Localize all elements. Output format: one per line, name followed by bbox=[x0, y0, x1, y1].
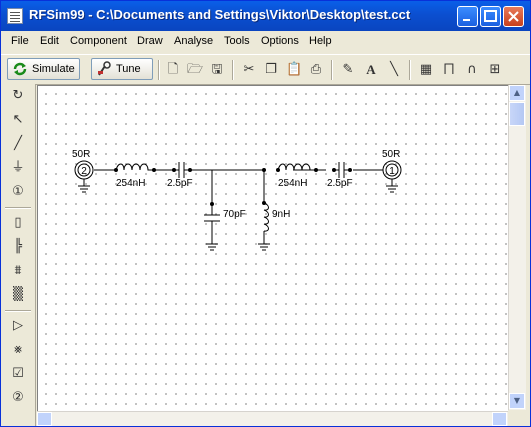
port-left-impedance: 50R bbox=[72, 149, 90, 160]
resistor-icon[interactable]: ▯ bbox=[9, 214, 27, 232]
port-right-impedance: 50R bbox=[382, 149, 400, 160]
port-icon[interactable]: ① bbox=[9, 183, 27, 201]
app-icon[interactable] bbox=[7, 8, 23, 24]
port-1[interactable]: 1 bbox=[382, 160, 402, 193]
ruler-icon[interactable]: ⨅ bbox=[441, 62, 457, 78]
tuning-fork-icon[interactable]: ∩ bbox=[464, 62, 480, 78]
capacitor-left-value: 2.5pF bbox=[167, 178, 193, 189]
tune-label: Tune bbox=[116, 63, 141, 75]
schematic-drawing: 2 50R 254nH 2.5pF 70pF 9nH 254nH 2.5pF 1… bbox=[72, 149, 402, 251]
new-file-icon[interactable]: 🗋 bbox=[165, 62, 181, 78]
port-left-number: 2 bbox=[81, 166, 87, 177]
tune-button[interactable]: Tune bbox=[91, 58, 153, 80]
capacitor-right-value: 2.5pF bbox=[327, 178, 353, 189]
open-folder-icon[interactable]: 🗁 bbox=[187, 62, 203, 78]
port-2[interactable]: 2 bbox=[74, 160, 94, 193]
pointer-icon[interactable]: ↖ bbox=[9, 111, 27, 129]
window-title: RFSim99 - C:\Documents and Settings\Vikt… bbox=[29, 7, 411, 22]
simulate-label: Simulate bbox=[32, 63, 75, 75]
scroll-right-button[interactable] bbox=[492, 412, 507, 426]
shunt-capacitor-value: 70pF bbox=[223, 209, 246, 220]
line-icon[interactable]: ╲ bbox=[386, 62, 402, 78]
main-toolbar: Simulate Tune 🗋 🗁 🖫 ✂ ❐ 📋 ⎙ ✎ A ╲ ▦ ⨅ ∩ … bbox=[1, 54, 530, 85]
menu-analyse[interactable]: Analyse bbox=[174, 35, 213, 47]
close-button[interactable] bbox=[503, 6, 524, 27]
copy-icon[interactable]: ❐ bbox=[263, 62, 279, 78]
minimize-button[interactable] bbox=[457, 6, 478, 27]
capacitor-right[interactable] bbox=[332, 162, 352, 178]
refresh-icon bbox=[13, 62, 27, 76]
inductor-right-value: 254nH bbox=[278, 178, 307, 189]
capacitor-left[interactable] bbox=[172, 162, 192, 178]
inductor-left-value: 254nH bbox=[116, 178, 145, 189]
toolbar-separator bbox=[5, 207, 31, 209]
toolbar-separator bbox=[5, 310, 31, 312]
toolbar-separator bbox=[232, 60, 234, 80]
pencil-icon[interactable]: ✎ bbox=[340, 62, 356, 78]
scroll-up-button[interactable]: ▲ bbox=[509, 85, 525, 101]
print-icon[interactable]: ⎙ bbox=[308, 62, 324, 78]
paste-icon[interactable]: 📋 bbox=[286, 62, 302, 78]
scroll-down-button[interactable]: ▼ bbox=[509, 393, 525, 409]
calculator-icon[interactable]: ▦ bbox=[418, 62, 434, 78]
menu-help[interactable]: Help bbox=[309, 35, 332, 47]
shunt-inductor-value: 9nH bbox=[272, 209, 290, 220]
simulate-button[interactable]: Simulate bbox=[7, 58, 80, 80]
menu-options[interactable]: Options bbox=[261, 35, 299, 47]
maximize-button[interactable] bbox=[480, 6, 501, 27]
tune-icon bbox=[98, 61, 111, 76]
chart-icon[interactable]: ⊞ bbox=[487, 62, 503, 78]
filter-icon[interactable]: ⨳ bbox=[9, 341, 27, 359]
toolbar-separator bbox=[158, 60, 160, 80]
component-toolbar: ↻ ↖ ╱ ⏚ ① ▯ ╠ ⩩ ▒ ▷ ⨳ ☑ ② bbox=[1, 84, 36, 426]
ground-icon[interactable]: ⏚ bbox=[9, 159, 27, 177]
scroll-left-button[interactable] bbox=[37, 412, 52, 426]
cut-icon[interactable]: ✂ bbox=[241, 62, 257, 78]
port-right-number: 1 bbox=[389, 166, 395, 177]
vertical-scrollbar[interactable]: ▲ ▼ bbox=[508, 85, 526, 410]
text-icon[interactable]: A bbox=[363, 62, 379, 78]
toolbar-separator bbox=[409, 60, 411, 80]
amplifier-icon[interactable]: ▷ bbox=[9, 317, 27, 335]
save-icon[interactable]: 🖫 bbox=[209, 62, 225, 78]
minimize-icon bbox=[463, 19, 470, 21]
menu-component[interactable]: Component bbox=[70, 35, 127, 47]
horizontal-scrollbar[interactable] bbox=[37, 411, 508, 426]
rotate-icon[interactable]: ↻ bbox=[9, 87, 27, 105]
maximize-icon bbox=[484, 10, 497, 22]
transformer-icon[interactable]: ▒ bbox=[9, 286, 27, 304]
menu-tools[interactable]: Tools bbox=[224, 35, 250, 47]
capacitor-icon[interactable]: ╠ bbox=[9, 238, 27, 256]
menu-edit[interactable]: Edit bbox=[40, 35, 59, 47]
wire-icon[interactable]: ╱ bbox=[9, 135, 27, 153]
two-port-icon[interactable]: ② bbox=[9, 389, 27, 407]
application-window: RFSim99 - C:\Documents and Settings\Vikt… bbox=[0, 0, 531, 427]
title-bar[interactable]: RFSim99 - C:\Documents and Settings\Vikt… bbox=[1, 1, 530, 31]
menu-bar: File Edit Component Draw Analyse Tools O… bbox=[1, 32, 530, 52]
scroll-thumb[interactable] bbox=[509, 102, 525, 126]
component-icon[interactable]: ☑ bbox=[9, 365, 27, 383]
toolbar-separator bbox=[331, 60, 333, 80]
inductor-left[interactable] bbox=[114, 163, 156, 172]
close-icon bbox=[508, 11, 519, 22]
inductor-icon[interactable]: ⩩ bbox=[9, 262, 27, 280]
schematic-canvas[interactable]: 2 50R 254nH 2.5pF 70pF 9nH 254nH 2.5pF 1… bbox=[37, 85, 508, 411]
menu-file[interactable]: File bbox=[11, 35, 29, 47]
menu-draw[interactable]: Draw bbox=[137, 35, 163, 47]
